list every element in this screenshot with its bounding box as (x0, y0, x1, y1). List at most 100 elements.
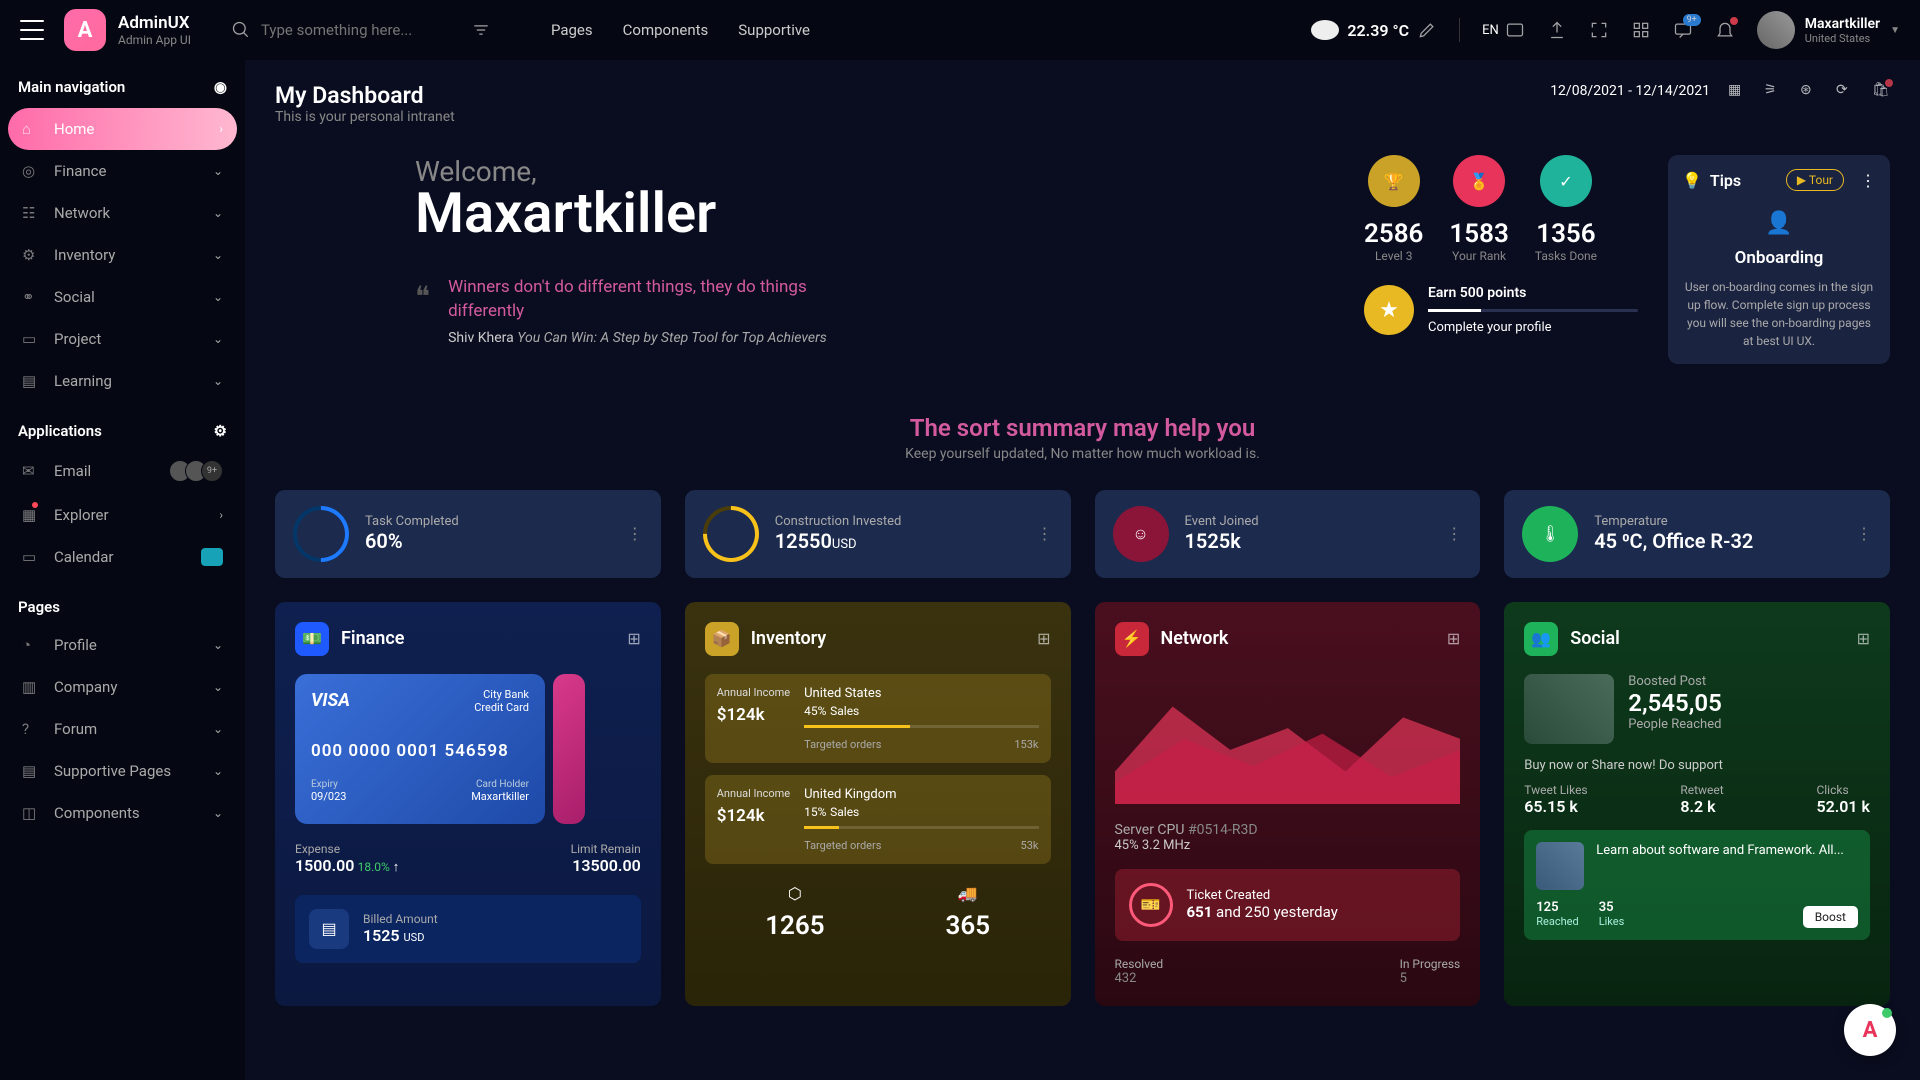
fullscreen-icon[interactable] (1589, 20, 1609, 40)
area-chart (1115, 674, 1461, 804)
cube-icon: ⬡ (765, 884, 824, 903)
metric-more-icon[interactable]: ⋮ (627, 524, 643, 543)
earn-card[interactable]: ★ Earn 500 points Complete your profile (1364, 285, 1638, 335)
stat-level: 🏆2586Level 3 (1364, 155, 1423, 263)
user-menu[interactable]: Maxartkiller United States ▼ (1757, 11, 1900, 49)
box-icon: 📦 (705, 622, 739, 656)
lightbulb-icon: 💡 (1682, 171, 1702, 190)
sidebar-item-finance[interactable]: ◎Finance⌄ (8, 150, 237, 192)
date-range[interactable]: 12/08/2021 - 12/14/2021 (1550, 83, 1710, 99)
cart-icon[interactable]: 🛍 (1872, 82, 1890, 100)
metric-construction: Construction Invested12550USD ⋮ (685, 490, 1071, 578)
truck-icon: 🚚 (945, 884, 990, 903)
earn-title: Earn 500 points (1428, 285, 1638, 301)
fab-logo-icon: A (1863, 1018, 1878, 1043)
search-icon[interactable] (231, 20, 251, 40)
brand-title: AdminUX (118, 13, 191, 33)
globe-icon[interactable]: ⊛ (1800, 82, 1818, 100)
expand-icon[interactable]: ⊞ (627, 629, 640, 648)
sidebar-page-profile[interactable]: ◔Profile⌄ (8, 624, 237, 666)
sidebar-item-social[interactable]: ⚭Social⌄ (8, 276, 237, 318)
metric-more-icon[interactable]: ⋮ (1037, 524, 1053, 543)
sidebar-app-calendar[interactable]: ▭Calendar (8, 536, 237, 578)
summary-subtitle: Keep yourself updated, No matter how muc… (275, 446, 1890, 462)
metric-more-icon[interactable]: ⋮ (1446, 524, 1462, 543)
fab-button[interactable]: A (1844, 1004, 1896, 1056)
search-input[interactable] (261, 21, 461, 39)
brand[interactable]: A AdminUX Admin App UI (64, 9, 191, 51)
credit-card[interactable]: VISA City BankCredit Card 000 0000 0001 … (295, 674, 545, 824)
user-circle-icon[interactable]: ◉ (214, 78, 227, 96)
nav-pages-title: Pages (18, 598, 60, 616)
people-icon: 👥 (1524, 622, 1558, 656)
avatar (1757, 11, 1795, 49)
tips-heading: Onboarding (1682, 246, 1876, 272)
boost-button[interactable]: Boost (1803, 906, 1858, 928)
expand-icon[interactable]: ⊞ (1857, 629, 1870, 648)
network-card: ⚡Network⊞ Server CPU #0514-R3D 45% 3.2 M… (1095, 602, 1481, 1006)
page-title: My Dashboard (275, 82, 455, 109)
earn-subtitle: Complete your profile (1428, 320, 1638, 335)
learn-text: Learn about software and Framework. All.… (1596, 842, 1858, 890)
progress-ring-icon (293, 506, 349, 562)
tips-more-icon[interactable]: ⋮ (1860, 171, 1876, 190)
sidebar-page-supportive[interactable]: ▤Supportive Pages⌄ (8, 750, 237, 792)
metric-more-icon[interactable]: ⋮ (1856, 524, 1872, 543)
brand-subtitle: Admin App UI (118, 33, 191, 47)
expand-icon[interactable]: ⊞ (1037, 629, 1050, 648)
receipt-icon: ▤ (309, 909, 349, 949)
social-cta-text: Buy now or Share now! Do support (1524, 758, 1870, 773)
smile-icon: ☺ (1113, 506, 1169, 562)
ticket-icon: 🎫 (1129, 883, 1173, 927)
billed-card: ▤ Billed Amount1525 USD (295, 895, 641, 963)
logo-icon: A (64, 9, 106, 51)
sidebar-page-company[interactable]: ▥Company⌄ (8, 666, 237, 708)
progress-ring-icon (703, 506, 759, 562)
welcome-name: Maxartkiller (415, 180, 1334, 246)
stat-tasks: ✓1356Tasks Done (1535, 155, 1597, 263)
sidebar-page-forum[interactable]: ?Forum⌄ (8, 708, 237, 750)
learn-image (1536, 842, 1584, 890)
top-link-supportive[interactable]: Supportive (738, 21, 810, 39)
star-icon: ★ (1364, 285, 1414, 335)
tour-button[interactable]: ▶ Tour (1786, 169, 1844, 191)
settings-icon[interactable]: ⚙ (214, 422, 227, 440)
nav-main-title: Main navigation (18, 78, 125, 96)
network-icon: ⚡ (1115, 622, 1149, 656)
chat-icon[interactable]: 9+ (1673, 20, 1693, 40)
sidebar-item-network[interactable]: ☷Network⌄ (8, 192, 237, 234)
sidebar-item-home[interactable]: ⌂Home› (8, 108, 237, 150)
expand-icon[interactable]: ⊞ (1447, 629, 1460, 648)
quote-author: Shiv Khera You Can Win: A Step by Step T… (448, 330, 848, 346)
bell-icon[interactable] (1715, 20, 1735, 40)
main-content: My Dashboard This is your personal intra… (245, 60, 1920, 1080)
sidebar-item-inventory[interactable]: ⚙Inventory⌄ (8, 234, 237, 276)
sidebar-item-project[interactable]: ▭Project⌄ (8, 318, 237, 360)
sidebar-app-explorer[interactable]: ▦Explorer› (8, 494, 237, 536)
edit-icon[interactable] (1417, 20, 1437, 40)
sidebar-app-email[interactable]: ✉Email 9+ (8, 448, 237, 494)
cloud-icon (1311, 20, 1339, 40)
server-label: Server CPU #0514-R3D (1115, 822, 1461, 838)
sidebar-page-components[interactable]: ◫Components⌄ (8, 792, 237, 834)
tips-card: 💡 Tips ▶ Tour ⋮ 👤 Onboarding User on-boa… (1668, 155, 1890, 364)
menu-toggle[interactable] (20, 20, 44, 40)
tips-title: Tips (1710, 171, 1741, 190)
sidebar-item-learning[interactable]: ▤Learning⌄ (8, 360, 237, 402)
top-link-pages[interactable]: Pages (551, 21, 593, 39)
weather[interactable]: 22.39 °C (1311, 20, 1437, 40)
calendar-icon[interactable]: ▦ (1728, 82, 1746, 100)
filter-tool-icon[interactable]: ⚞ (1764, 82, 1782, 100)
calendar-badge (201, 548, 223, 566)
finance-card: 💵Finance⊞ VISA City BankCredit Card 000 … (275, 602, 661, 1006)
translate-icon[interactable] (1505, 20, 1525, 40)
top-link-components[interactable]: Components (623, 21, 709, 39)
user-location: United States (1805, 32, 1880, 45)
user-name: Maxartkiller (1805, 16, 1880, 32)
metric-event: ☺ Event Joined1525k ⋮ (1095, 490, 1481, 578)
refresh-icon[interactable]: ⟳ (1836, 82, 1854, 100)
filter-icon[interactable] (471, 20, 491, 40)
weather-temp: 22.39 °C (1347, 21, 1409, 40)
apps-icon[interactable] (1631, 20, 1651, 40)
upload-icon[interactable] (1547, 20, 1567, 40)
